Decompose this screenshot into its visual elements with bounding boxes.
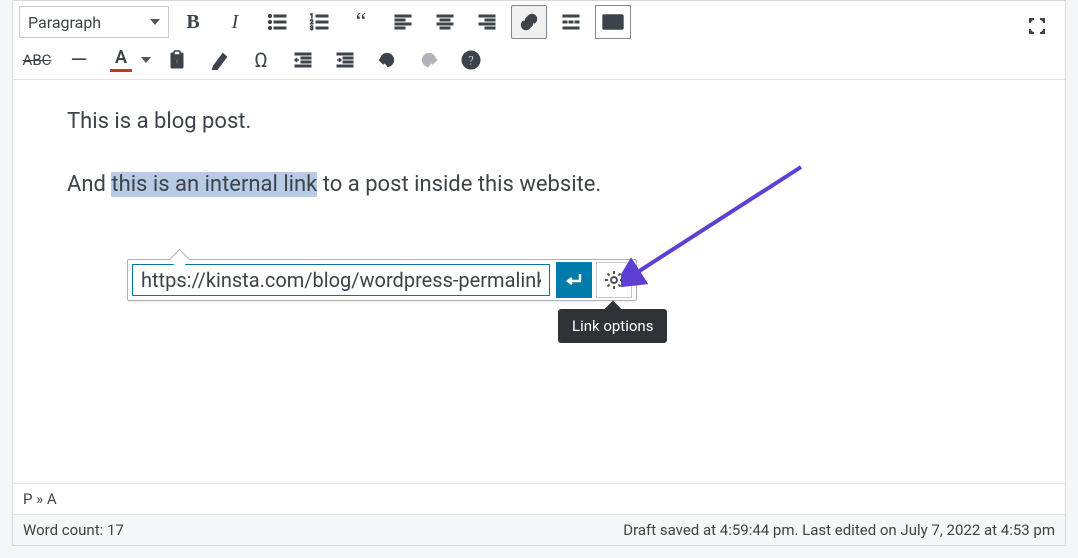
link-popover (127, 259, 637, 301)
link-settings-button[interactable] (596, 262, 632, 298)
svg-text:T: T (174, 57, 180, 67)
apply-link-button[interactable] (556, 262, 592, 298)
element-path[interactable]: P » A (13, 483, 1065, 514)
link-url-input[interactable] (132, 264, 550, 296)
selected-link-text[interactable]: this is an internal link (111, 172, 317, 197)
link-options-tooltip: Link options (558, 309, 667, 343)
special-char-button[interactable]: Ω (243, 43, 279, 77)
redo-button[interactable] (411, 43, 447, 77)
chevron-down-icon (150, 19, 160, 25)
align-center-button[interactable] (427, 5, 463, 39)
help-button[interactable]: ? (453, 43, 489, 77)
gear-icon (604, 270, 624, 290)
svg-text:?: ? (468, 54, 474, 69)
undo-button[interactable] (369, 43, 405, 77)
read-more-button[interactable] (553, 5, 589, 39)
text-color-dropdown[interactable] (139, 57, 153, 63)
paragraph-1: This is a blog post. (67, 104, 1011, 139)
editor-content[interactable]: This is a blog post. And this is an inte… (13, 80, 1065, 254)
word-count: Word count: 17 (23, 521, 124, 539)
editor-toolbar: Paragraph B I 123 “ (13, 1, 1065, 80)
paragraph-2: And this is an internal link to a post i… (67, 167, 1011, 202)
text-color-icon: A (115, 49, 127, 67)
numbered-list-button[interactable]: 123 (301, 5, 337, 39)
format-dropdown[interactable]: Paragraph (19, 6, 169, 38)
bullet-list-button[interactable] (259, 5, 295, 39)
link-button[interactable] (511, 5, 547, 39)
hr-button[interactable]: — (61, 43, 97, 77)
keyboard-button[interactable] (595, 5, 631, 39)
format-dropdown-label: Paragraph (28, 13, 101, 32)
status-bar: Word count: 17 Draft saved at 4:59:44 pm… (13, 514, 1065, 545)
enter-icon (563, 269, 585, 291)
italic-button[interactable]: I (217, 5, 253, 39)
blockquote-button[interactable]: “ (343, 5, 379, 39)
bold-button[interactable]: B (175, 5, 211, 39)
save-status: Draft saved at 4:59:44 pm. Last edited o… (623, 521, 1055, 539)
align-left-button[interactable] (385, 5, 421, 39)
indent-button[interactable] (327, 43, 363, 77)
svg-text:3: 3 (310, 25, 313, 32)
fullscreen-button[interactable] (1019, 9, 1055, 43)
text-color-button[interactable]: A (103, 43, 139, 77)
clear-format-button[interactable] (201, 43, 237, 77)
align-right-button[interactable] (469, 5, 505, 39)
strikethrough-button[interactable]: ABC (19, 43, 55, 77)
outdent-button[interactable] (285, 43, 321, 77)
paste-button[interactable]: T (159, 43, 195, 77)
